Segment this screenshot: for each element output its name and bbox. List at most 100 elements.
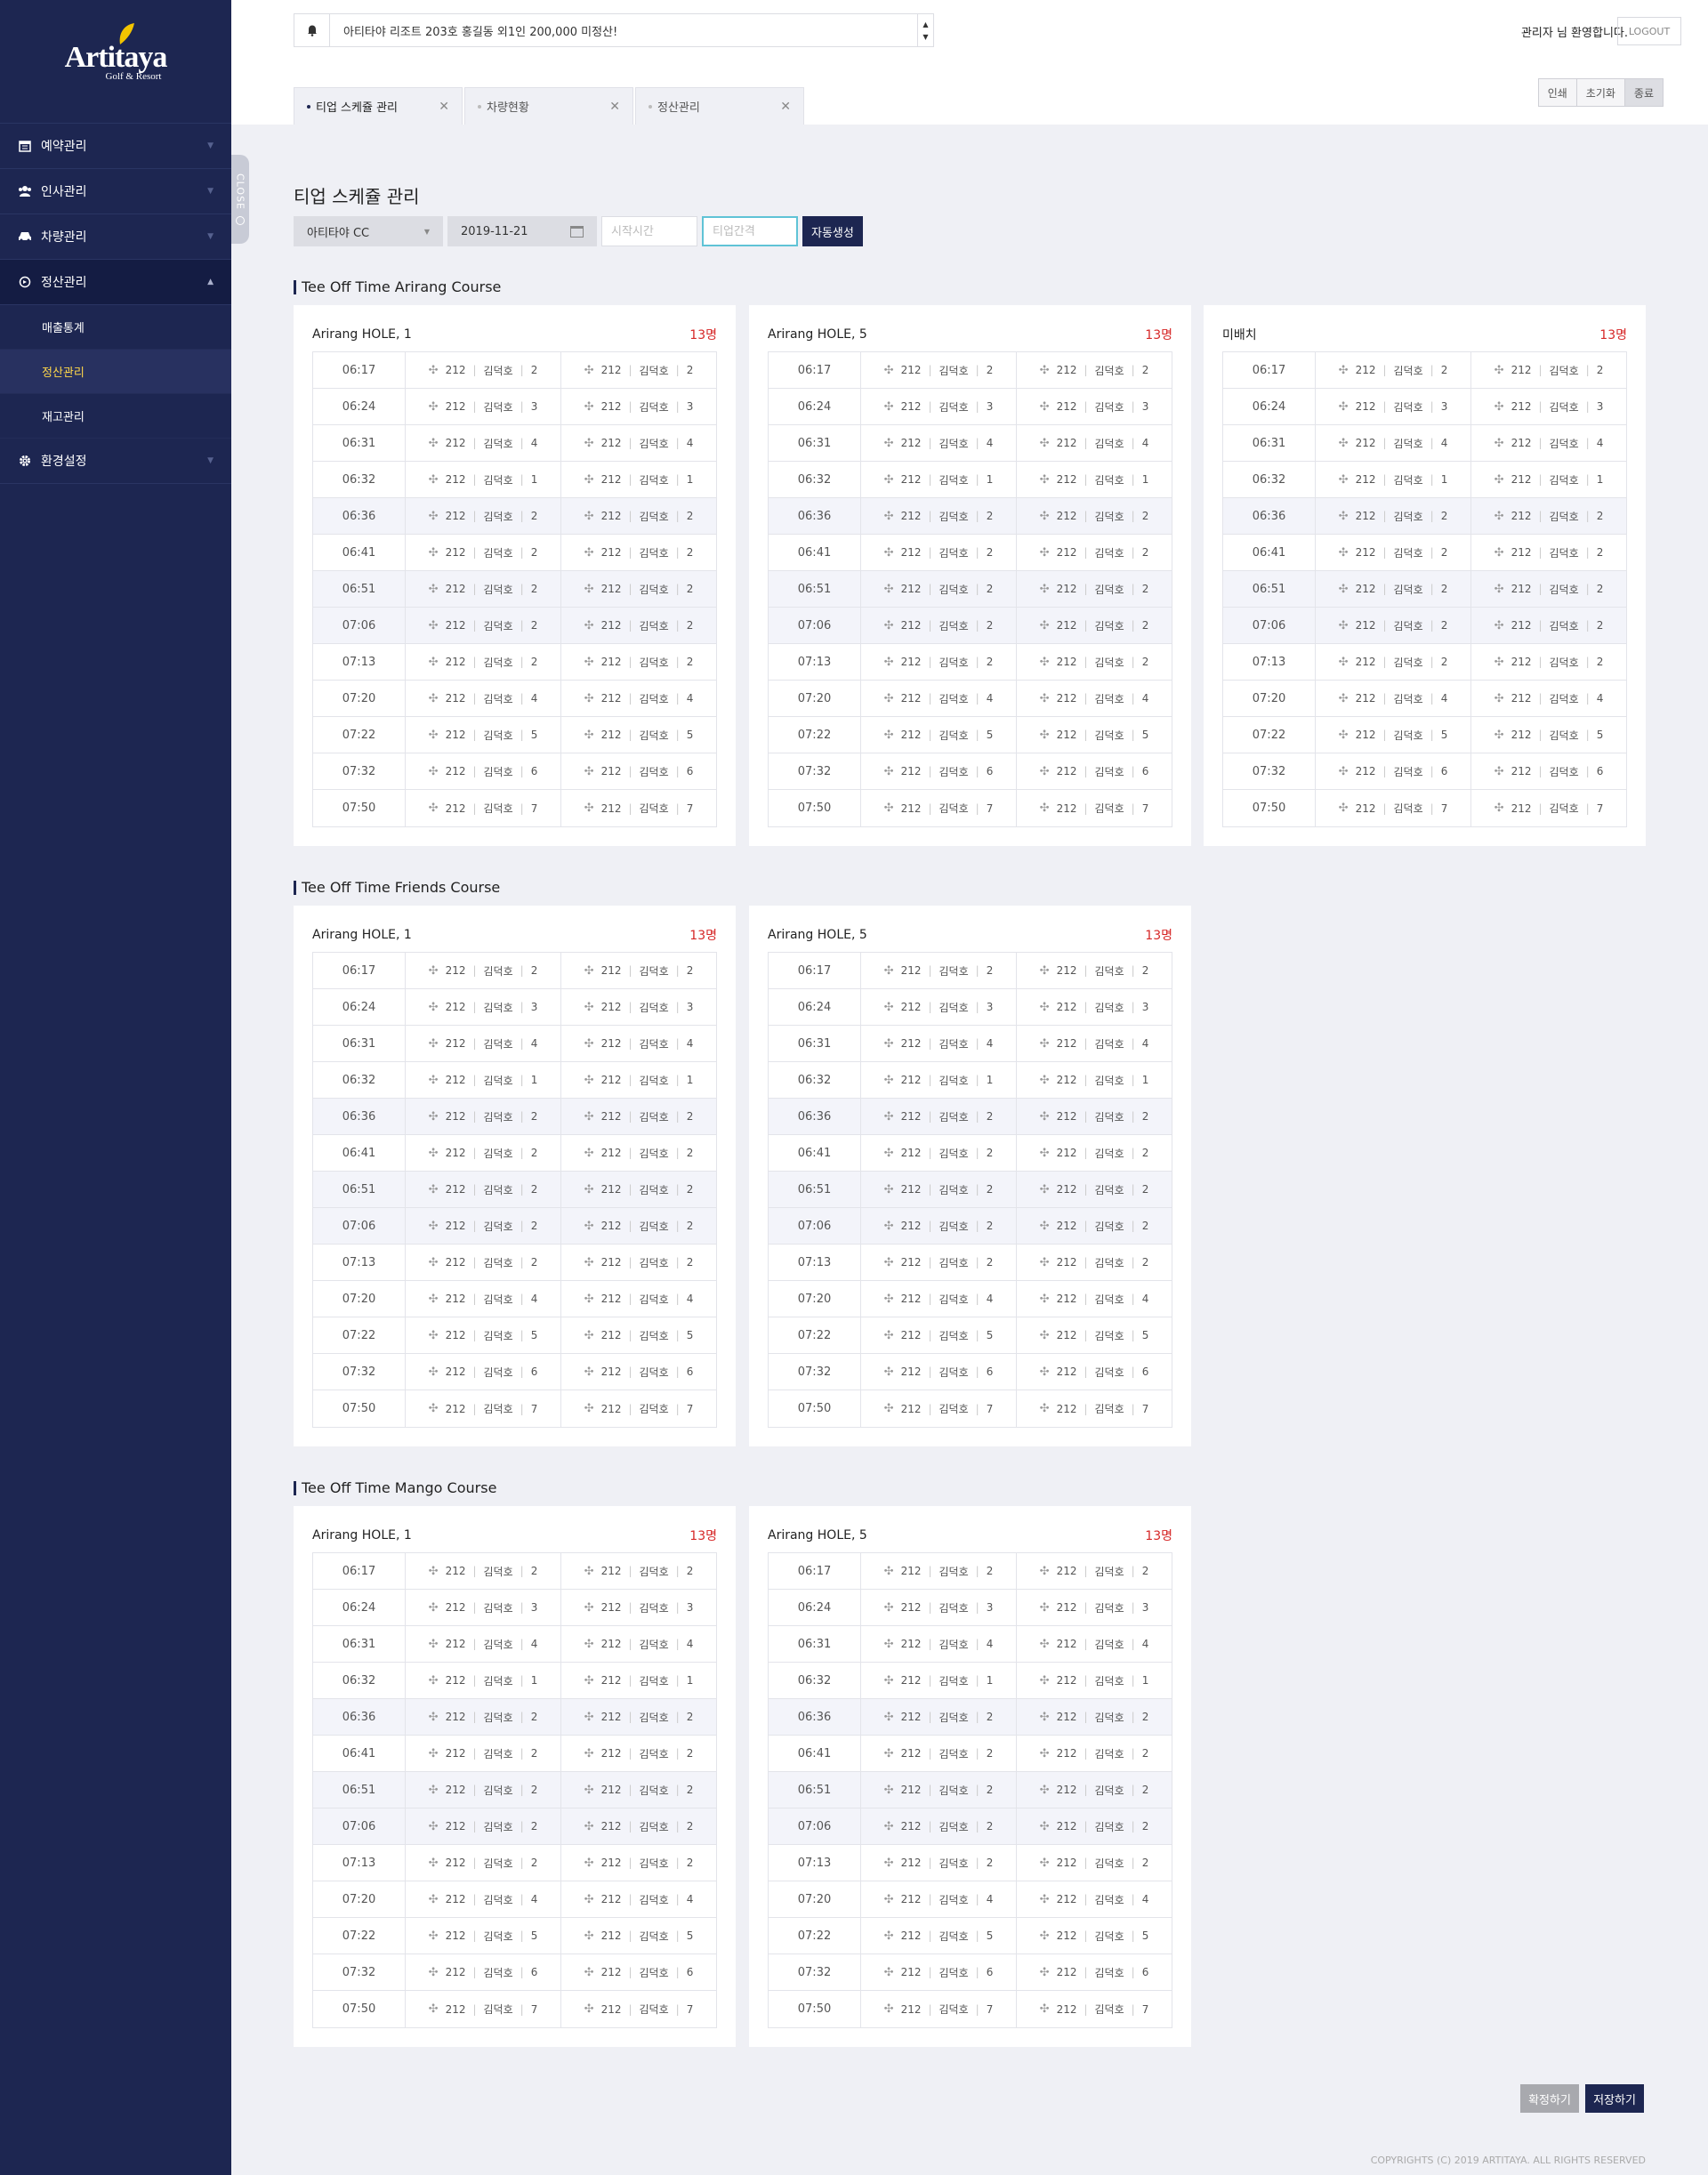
move-icon[interactable]: ✣ <box>584 1365 594 1379</box>
move-icon[interactable]: ✣ <box>1040 1329 1050 1342</box>
move-icon[interactable]: ✣ <box>584 364 594 377</box>
move-icon[interactable]: ✣ <box>584 400 594 414</box>
player-slot[interactable]: ✣ 212 | 김덕호 | 5 <box>1316 717 1471 753</box>
move-icon[interactable]: ✣ <box>429 729 439 742</box>
move-icon[interactable]: ✣ <box>1040 656 1050 669</box>
move-icon[interactable]: ✣ <box>429 1329 439 1342</box>
player-slot[interactable]: ✣ 212 | 김덕호 | 2 <box>1017 1245 1172 1280</box>
player-slot[interactable]: ✣ 212 | 김덕호 | 2 <box>406 1736 561 1771</box>
move-icon[interactable]: ✣ <box>884 1074 894 1087</box>
move-icon[interactable]: ✣ <box>884 1601 894 1615</box>
move-icon[interactable]: ✣ <box>1494 692 1504 705</box>
player-slot[interactable]: ✣ 212 | 김덕호 | 2 <box>1017 1736 1172 1771</box>
player-slot[interactable]: ✣ 212 | 김덕호 | 2 <box>1017 535 1172 570</box>
player-slot[interactable]: ✣ 212 | 김덕호 | 5 <box>561 1317 716 1353</box>
player-slot[interactable]: ✣ 212 | 김덕호 | 2 <box>1316 571 1471 607</box>
player-slot[interactable]: ✣ 212 | 김덕호 | 4 <box>1316 425 1471 461</box>
player-slot[interactable]: ✣ 212 | 김덕호 | 4 <box>561 1281 716 1317</box>
player-slot[interactable]: ✣ 212 | 김덕호 | 2 <box>1017 1099 1172 1134</box>
player-slot[interactable]: ✣ 212 | 김덕호 | 2 <box>1471 535 1626 570</box>
player-slot[interactable]: ✣ 212 | 김덕호 | 2 <box>406 498 561 534</box>
player-slot[interactable]: ✣ 212 | 김덕호 | 3 <box>1017 1590 1172 1625</box>
player-slot[interactable]: ✣ 212 | 김덕호 | 2 <box>561 1135 716 1171</box>
player-slot[interactable]: ✣ 212 | 김덕호 | 1 <box>861 1663 1017 1698</box>
move-icon[interactable]: ✣ <box>884 510 894 523</box>
player-slot[interactable]: ✣ 212 | 김덕호 | 2 <box>561 498 716 534</box>
player-slot[interactable]: ✣ 212 | 김덕호 | 3 <box>1316 389 1471 424</box>
move-icon[interactable]: ✣ <box>884 400 894 414</box>
player-slot[interactable]: ✣ 212 | 김덕호 | 2 <box>861 498 1017 534</box>
move-icon[interactable]: ✣ <box>1040 510 1050 523</box>
move-icon[interactable]: ✣ <box>884 1329 894 1342</box>
player-slot[interactable]: ✣ 212 | 김덕호 | 2 <box>561 1808 716 1844</box>
player-slot[interactable]: ✣ 212 | 김덕호 | 2 <box>1017 608 1172 643</box>
player-slot[interactable]: ✣ 212 | 김덕호 | 5 <box>406 1918 561 1953</box>
player-slot[interactable]: ✣ 212 | 김덕호 | 2 <box>561 1553 716 1589</box>
player-slot[interactable]: ✣ 212 | 김덕호 | 2 <box>1017 1699 1172 1735</box>
player-slot[interactable]: ✣ 212 | 김덕호 | 2 <box>1471 571 1626 607</box>
move-icon[interactable]: ✣ <box>429 964 439 978</box>
player-slot[interactable]: ✣ 212 | 김덕호 | 2 <box>861 1772 1017 1808</box>
player-slot[interactable]: ✣ 212 | 김덕호 | 3 <box>406 389 561 424</box>
submenu-item-sales-stats[interactable]: 매출통계 <box>0 305 231 350</box>
move-icon[interactable]: ✣ <box>884 1365 894 1379</box>
move-icon[interactable]: ✣ <box>584 1929 594 1943</box>
player-slot[interactable]: ✣ 212 | 김덕호 | 2 <box>561 1172 716 1207</box>
player-slot[interactable]: ✣ 212 | 김덕호 | 3 <box>561 989 716 1025</box>
move-icon[interactable]: ✣ <box>584 1601 594 1615</box>
move-icon[interactable]: ✣ <box>1040 1674 1050 1688</box>
tab-settlement[interactable]: 정산관리 ✕ <box>635 87 804 125</box>
player-slot[interactable]: ✣ 212 | 김덕호 | 4 <box>1017 1026 1172 1061</box>
move-icon[interactable]: ✣ <box>1040 1293 1050 1306</box>
reset-button[interactable]: 초기화 <box>1576 79 1625 106</box>
player-slot[interactable]: ✣ 212 | 김덕호 | 2 <box>1316 498 1471 534</box>
menu-item-settings[interactable]: 환경설정 ▼ <box>0 439 231 484</box>
move-icon[interactable]: ✣ <box>884 546 894 560</box>
menu-item-vehicle[interactable]: 차량관리 ▼ <box>0 214 231 260</box>
move-icon[interactable]: ✣ <box>429 1929 439 1943</box>
move-icon[interactable]: ✣ <box>1040 802 1050 815</box>
move-icon[interactable]: ✣ <box>429 1966 439 1979</box>
save-button[interactable]: 저장하기 <box>1585 2084 1644 2113</box>
move-icon[interactable]: ✣ <box>1339 510 1349 523</box>
tab-teeup-schedule[interactable]: 티업 스케쥴 관리 ✕ <box>294 87 463 125</box>
player-slot[interactable]: ✣ 212 | 김덕호 | 1 <box>1017 462 1172 497</box>
move-icon[interactable]: ✣ <box>429 1365 439 1379</box>
player-slot[interactable]: ✣ 212 | 김덕호 | 2 <box>861 1553 1017 1589</box>
menu-item-settlement[interactable]: 정산관리 ▲ <box>0 260 231 305</box>
move-icon[interactable]: ✣ <box>584 1110 594 1124</box>
player-slot[interactable]: ✣ 212 | 김덕호 | 2 <box>406 1099 561 1134</box>
player-slot[interactable]: ✣ 212 | 김덕호 | 5 <box>861 1918 1017 1953</box>
player-slot[interactable]: ✣ 212 | 김덕호 | 5 <box>561 717 716 753</box>
player-slot[interactable]: ✣ 212 | 김덕호 | 3 <box>861 1590 1017 1625</box>
player-slot[interactable]: ✣ 212 | 김덕호 | 2 <box>561 608 716 643</box>
move-icon[interactable]: ✣ <box>1339 437 1349 450</box>
move-icon[interactable]: ✣ <box>1040 1601 1050 1615</box>
move-icon[interactable]: ✣ <box>884 729 894 742</box>
move-icon[interactable]: ✣ <box>429 1293 439 1306</box>
player-slot[interactable]: ✣ 212 | 김덕호 | 4 <box>861 1281 1017 1317</box>
player-slot[interactable]: ✣ 212 | 김덕호 | 4 <box>406 425 561 461</box>
player-slot[interactable]: ✣ 212 | 김덕호 | 2 <box>861 535 1017 570</box>
player-slot[interactable]: ✣ 212 | 김덕호 | 1 <box>406 462 561 497</box>
submenu-item-settlement[interactable]: 정산관리 <box>0 350 231 394</box>
move-icon[interactable]: ✣ <box>429 583 439 596</box>
move-icon[interactable]: ✣ <box>429 473 439 487</box>
player-slot[interactable]: ✣ 212 | 김덕호 | 2 <box>1471 644 1626 680</box>
move-icon[interactable]: ✣ <box>1040 400 1050 414</box>
move-icon[interactable]: ✣ <box>884 1820 894 1833</box>
interval-input[interactable] <box>702 216 798 246</box>
move-icon[interactable]: ✣ <box>584 1966 594 1979</box>
player-slot[interactable]: ✣ 212 | 김덕호 | 6 <box>1017 753 1172 789</box>
move-icon[interactable]: ✣ <box>429 510 439 523</box>
move-icon[interactable]: ✣ <box>1494 729 1504 742</box>
player-slot[interactable]: ✣ 212 | 김덕호 | 2 <box>561 1245 716 1280</box>
player-slot[interactable]: ✣ 212 | 김덕호 | 4 <box>406 681 561 716</box>
move-icon[interactable]: ✣ <box>884 1037 894 1051</box>
player-slot[interactable]: ✣ 212 | 김덕호 | 3 <box>561 1590 716 1625</box>
player-slot[interactable]: ✣ 212 | 김덕호 | 2 <box>1471 608 1626 643</box>
player-slot[interactable]: ✣ 212 | 김덕호 | 2 <box>406 1845 561 1881</box>
date-picker[interactable]: 2019-11-21 <box>447 216 597 246</box>
move-icon[interactable]: ✣ <box>584 1820 594 1833</box>
move-icon[interactable]: ✣ <box>1494 473 1504 487</box>
